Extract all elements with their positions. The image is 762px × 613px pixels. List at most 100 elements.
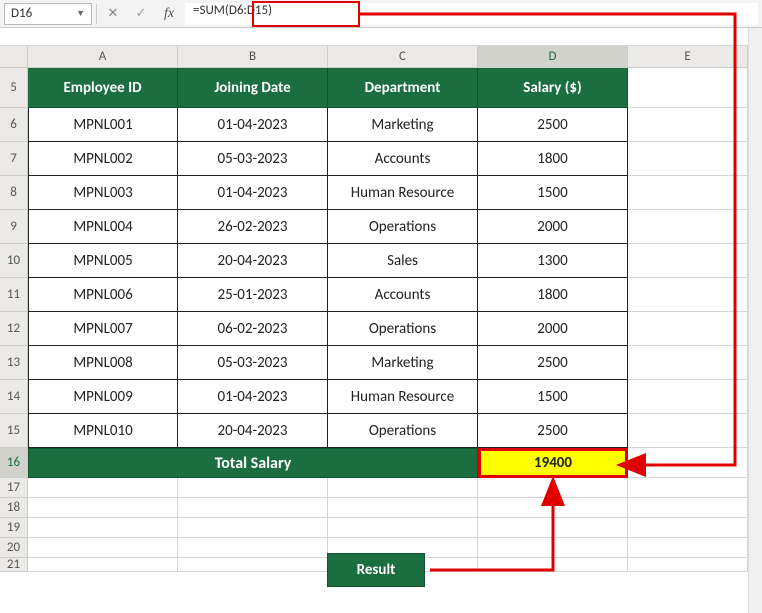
vertical-scrollbar[interactable] [748, 28, 762, 613]
row-header-5[interactable]: 5 [0, 68, 28, 108]
header-department[interactable]: Department [328, 68, 478, 108]
cell-D14[interactable]: 1500 [478, 380, 628, 414]
total-salary-value[interactable]: 19400 [478, 448, 628, 478]
col-header-D[interactable]: D [478, 46, 628, 68]
row-header-20[interactable]: 20 [0, 538, 28, 558]
row-header-12[interactable]: 12 [0, 312, 28, 346]
cell-D13[interactable]: 2500 [478, 346, 628, 380]
cell-D15[interactable]: 2500 [478, 414, 628, 448]
cell-D10[interactable]: 1300 [478, 244, 628, 278]
cell-B9[interactable]: 26-02-2023 [178, 210, 328, 244]
col-header-C[interactable]: C [328, 46, 478, 68]
cell-C7[interactable]: Accounts [328, 142, 478, 176]
cell-B20[interactable] [178, 538, 328, 558]
cell-B7[interactable]: 05-03-2023 [178, 142, 328, 176]
cell-E21[interactable] [628, 558, 748, 572]
cell-D19[interactable] [478, 518, 628, 538]
cell-E13[interactable] [628, 346, 748, 380]
cell-A9[interactable]: MPNL004 [28, 210, 178, 244]
cell-E18[interactable] [628, 498, 748, 518]
cell-A20[interactable] [28, 538, 178, 558]
spreadsheet-grid[interactable]: A B C D E 5 Employee ID Joining Date Dep… [0, 46, 762, 572]
cell-B19[interactable] [178, 518, 328, 538]
cell-C19[interactable] [328, 518, 478, 538]
cell-B21[interactable] [178, 558, 328, 572]
cell-B6[interactable]: 01-04-2023 [178, 108, 328, 142]
cell-E5[interactable] [628, 68, 748, 108]
cell-B10[interactable]: 20-04-2023 [178, 244, 328, 278]
row-header-19[interactable]: 19 [0, 518, 28, 538]
cell-C17[interactable] [328, 478, 478, 498]
cell-E7[interactable] [628, 142, 748, 176]
col-header-E[interactable]: E [628, 46, 748, 68]
cell-E10[interactable] [628, 244, 748, 278]
row-header-9[interactable]: 9 [0, 210, 28, 244]
cell-A14[interactable]: MPNL009 [28, 380, 178, 414]
cell-E9[interactable] [628, 210, 748, 244]
cell-A13[interactable]: MPNL008 [28, 346, 178, 380]
header-joining-date[interactable]: Joining Date [178, 68, 328, 108]
cell-E8[interactable] [628, 176, 748, 210]
select-all-corner[interactable] [0, 46, 28, 68]
cell-C10[interactable]: Sales [328, 244, 478, 278]
cell-A21[interactable] [28, 558, 178, 572]
cell-A18[interactable] [28, 498, 178, 518]
cell-E11[interactable] [628, 278, 748, 312]
cell-A17[interactable] [28, 478, 178, 498]
cell-C14[interactable]: Human Resource [328, 380, 478, 414]
cell-D8[interactable]: 1500 [478, 176, 628, 210]
fx-icon[interactable]: fx [157, 3, 181, 25]
row-header-11[interactable]: 11 [0, 278, 28, 312]
cell-A8[interactable]: MPNL003 [28, 176, 178, 210]
cell-B15[interactable]: 20-04-2023 [178, 414, 328, 448]
cell-E19[interactable] [628, 518, 748, 538]
header-employee-id[interactable]: Employee ID [28, 68, 178, 108]
cell-D12[interactable]: 2000 [478, 312, 628, 346]
cell-E14[interactable] [628, 380, 748, 414]
accept-formula-icon[interactable]: ✓ [129, 3, 153, 25]
cell-C6[interactable]: Marketing [328, 108, 478, 142]
cell-D6[interactable]: 2500 [478, 108, 628, 142]
row-header-7[interactable]: 7 [0, 142, 28, 176]
formula-input[interactable]: =SUM(D6:D15) [185, 3, 758, 25]
cell-B11[interactable]: 25-01-2023 [178, 278, 328, 312]
cell-C8[interactable]: Human Resource [328, 176, 478, 210]
col-header-B[interactable]: B [178, 46, 328, 68]
cell-A19[interactable] [28, 518, 178, 538]
cell-E20[interactable] [628, 538, 748, 558]
cell-D18[interactable] [478, 498, 628, 518]
cell-E16[interactable] [628, 448, 748, 478]
cell-E17[interactable] [628, 478, 748, 498]
cell-C15[interactable]: Operations [328, 414, 478, 448]
cell-A11[interactable]: MPNL006 [28, 278, 178, 312]
cell-C12[interactable]: Operations [328, 312, 478, 346]
cell-B8[interactable]: 01-04-2023 [178, 176, 328, 210]
name-box[interactable]: D16 ▼ [4, 3, 92, 25]
row-header-18[interactable]: 18 [0, 498, 28, 518]
cell-D17[interactable] [478, 478, 628, 498]
cell-D7[interactable]: 1800 [478, 142, 628, 176]
cell-A10[interactable]: MPNL005 [28, 244, 178, 278]
header-salary[interactable]: Salary ($) [478, 68, 628, 108]
cell-E6[interactable] [628, 108, 748, 142]
cell-C18[interactable] [328, 498, 478, 518]
cell-A6[interactable]: MPNL001 [28, 108, 178, 142]
cell-B17[interactable] [178, 478, 328, 498]
cell-D9[interactable]: 2000 [478, 210, 628, 244]
cancel-formula-icon[interactable]: ✕ [101, 3, 125, 25]
row-header-21[interactable]: 21 [0, 558, 28, 572]
row-header-15[interactable]: 15 [0, 414, 28, 448]
name-box-dropdown-icon[interactable]: ▼ [76, 8, 85, 19]
cell-E15[interactable] [628, 414, 748, 448]
cell-B13[interactable]: 05-03-2023 [178, 346, 328, 380]
row-header-10[interactable]: 10 [0, 244, 28, 278]
row-header-16[interactable]: 16 [0, 448, 28, 478]
cell-D20[interactable] [478, 538, 628, 558]
cell-A7[interactable]: MPNL002 [28, 142, 178, 176]
row-header-17[interactable]: 17 [0, 478, 28, 498]
cell-B12[interactable]: 06-02-2023 [178, 312, 328, 346]
row-header-6[interactable]: 6 [0, 108, 28, 142]
cell-B18[interactable] [178, 498, 328, 518]
row-header-14[interactable]: 14 [0, 380, 28, 414]
cell-B14[interactable]: 01-04-2023 [178, 380, 328, 414]
